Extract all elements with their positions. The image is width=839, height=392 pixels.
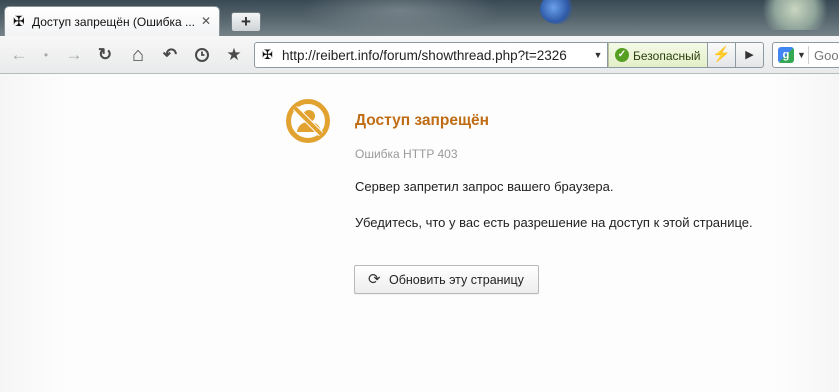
- error-title: Доступ запрещён: [355, 112, 490, 129]
- tab-strip: ✠ Доступ запрещён (Ошибка ... ✕ +: [0, 0, 839, 40]
- error-message: Сервер запретил запрос вашего браузера.: [355, 179, 614, 194]
- divider: [808, 46, 809, 64]
- url-text[interactable]: http://reibert.info/forum/showthread.php…: [282, 48, 567, 63]
- page-content: Доступ запрещён Ошибка HTTP 403 Сервер з…: [0, 74, 839, 392]
- clock-icon: [195, 48, 209, 62]
- toolbar: ← • → ↻ ⌂ ↶ ★ ✠ http://reibert.info/foru…: [0, 36, 839, 74]
- browser-tab[interactable]: ✠ Доступ запрещён (Ошибка ... ✕: [4, 6, 220, 36]
- reload-button[interactable]: ↻: [95, 45, 115, 65]
- tab-title: Доступ запрещён (Ошибка ...: [32, 15, 195, 29]
- background-blur: [760, 0, 830, 30]
- forward-button[interactable]: →: [64, 45, 84, 65]
- bookmark-star-button[interactable]: ★: [224, 45, 244, 65]
- history-button[interactable]: [192, 45, 212, 65]
- security-indicator[interactable]: ✓ Безопасный: [608, 42, 708, 68]
- google-icon[interactable]: g: [778, 47, 794, 63]
- lightning-extension-button[interactable]: ⚡: [708, 42, 736, 68]
- background-blur: [540, 0, 574, 24]
- undo-button[interactable]: ↶: [160, 45, 180, 65]
- check-icon: ✓: [615, 48, 629, 62]
- home-button[interactable]: ⌂: [128, 45, 148, 65]
- cross-pattee-icon: ✠: [262, 47, 273, 62]
- error-code: Ошибка HTTP 403: [355, 147, 458, 161]
- security-label: Безопасный: [633, 49, 701, 63]
- reload-icon: ⟳: [368, 271, 381, 288]
- forbidden-user-icon: [286, 99, 330, 143]
- history-dot-icon: •: [43, 48, 49, 62]
- new-tab-button[interactable]: +: [231, 12, 261, 32]
- back-button[interactable]: ←: [9, 45, 29, 65]
- search-box[interactable]: g ▼ Goo: [772, 42, 839, 68]
- address-bar[interactable]: ✠ http://reibert.info/forum/showthread.p…: [254, 42, 608, 68]
- close-icon[interactable]: ✕: [201, 14, 211, 28]
- cross-pattee-icon: ✠: [13, 13, 25, 29]
- search-placeholder[interactable]: Goo: [814, 48, 839, 63]
- background-blur: [300, 0, 500, 36]
- reload-page-label: Обновить эту страницу: [389, 273, 524, 287]
- error-hint: Убедитесь, что у вас есть разрешение на …: [355, 215, 753, 230]
- chevron-down-icon[interactable]: ▼: [589, 43, 607, 67]
- play-extension-button[interactable]: ▶: [736, 42, 764, 68]
- chevron-down-icon[interactable]: ▼: [797, 44, 806, 66]
- reload-page-button[interactable]: ⟳ Обновить эту страницу: [354, 265, 539, 294]
